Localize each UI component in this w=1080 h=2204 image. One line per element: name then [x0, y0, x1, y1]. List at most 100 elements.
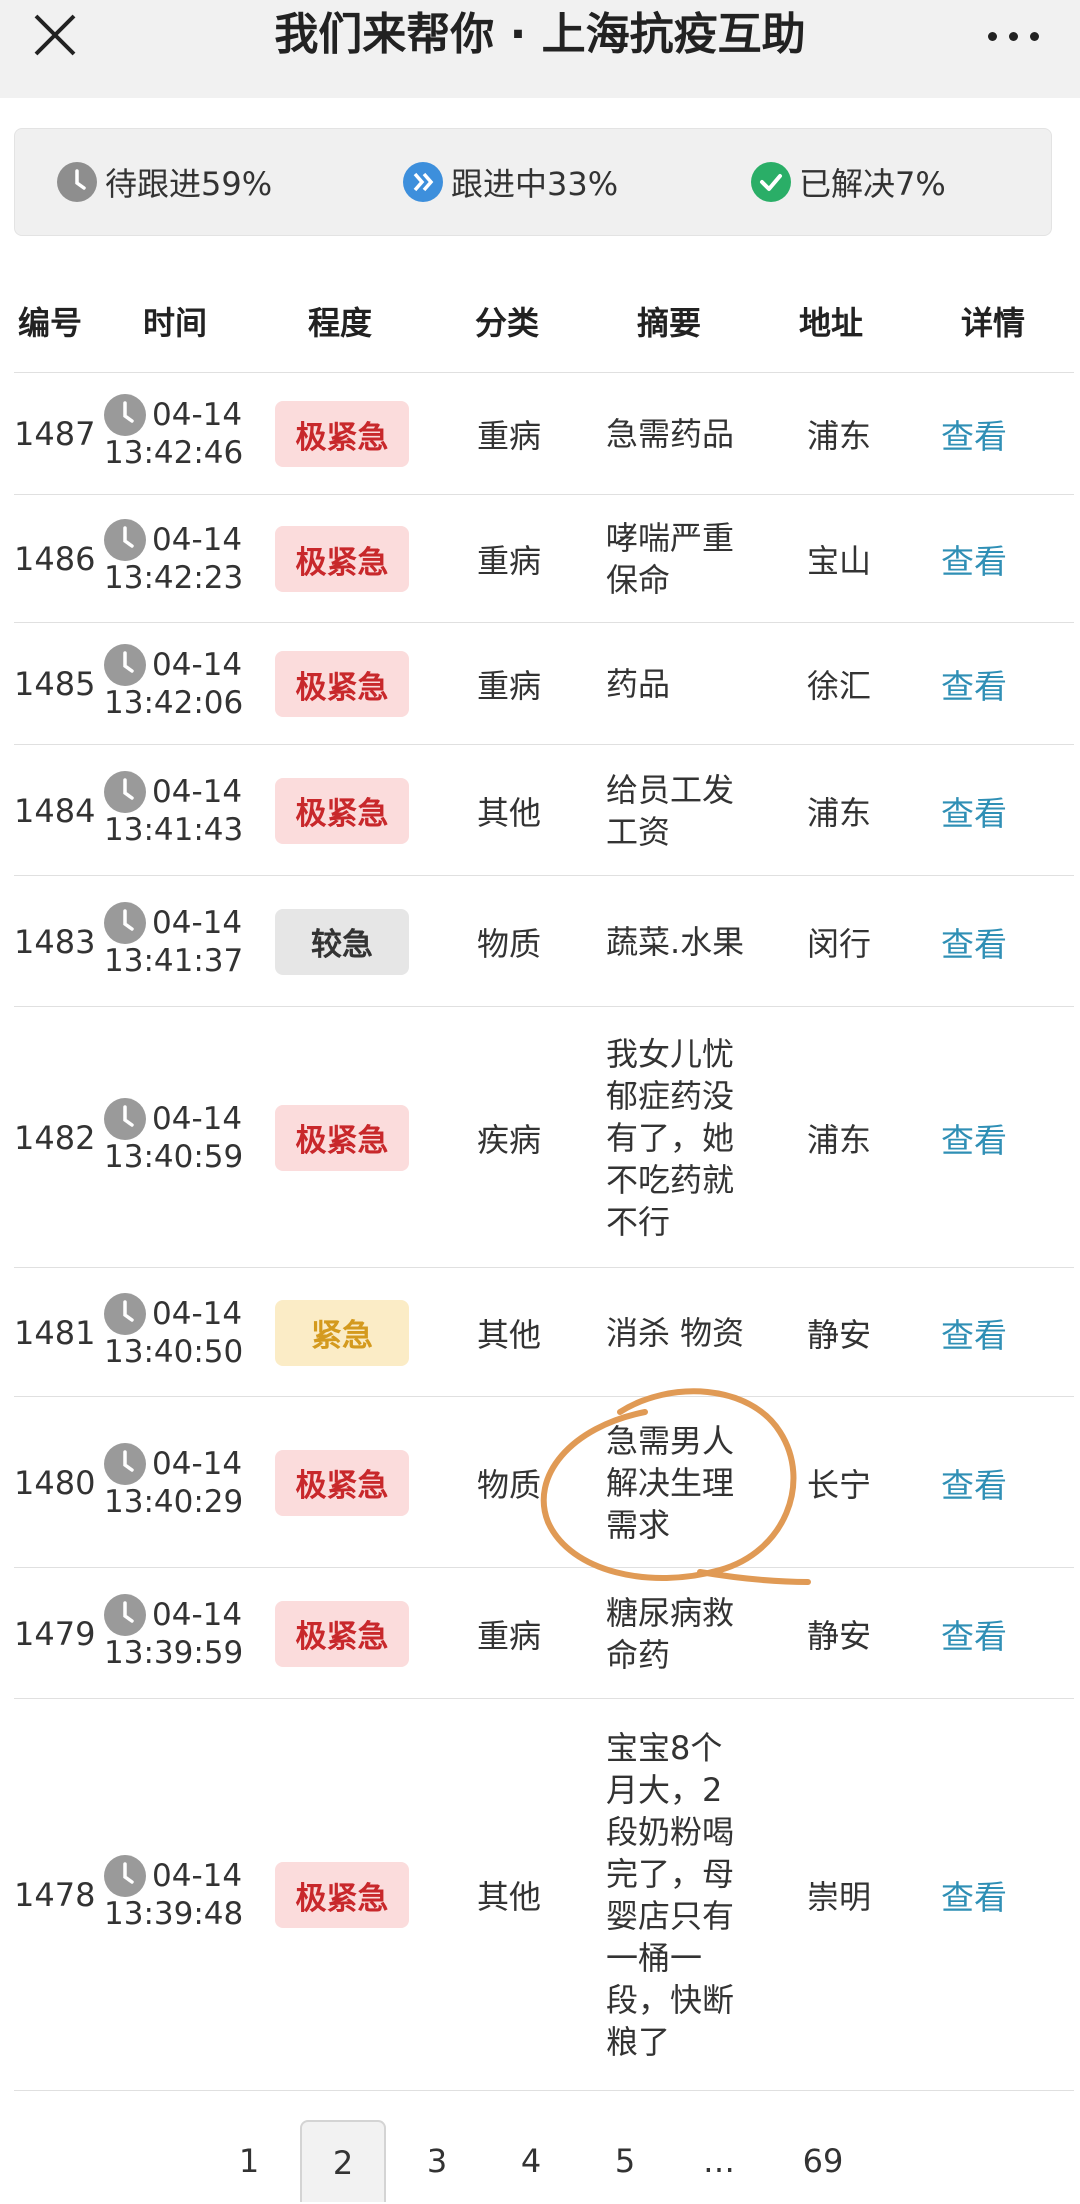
- page-3-button[interactable]: 3: [394, 2120, 480, 2202]
- table-row: 1480 04-14 13:40:29 极紧急 物质 急需男人解决生理需求 长宁 查看: [14, 1396, 1074, 1568]
- row-category: 其他: [454, 1268, 564, 1397]
- address-text: 长宁: [806, 1465, 871, 1504]
- row-id-text: 1484: [14, 791, 96, 830]
- more-options-icon[interactable]: [984, 12, 1044, 58]
- header-time: 时间: [142, 304, 207, 342]
- view-detail-text: 查看: [941, 542, 1007, 581]
- view-detail-text: 查看: [941, 1616, 1007, 1656]
- category-text: 重病: [476, 667, 541, 705]
- clock-icon: [104, 1442, 146, 1485]
- row-id: 1484: [14, 745, 100, 876]
- row-id: 1485: [14, 623, 100, 745]
- page-69-button[interactable]: 69: [780, 2120, 866, 2202]
- category-text: 重病: [476, 542, 541, 580]
- address-text: 徐汇: [806, 667, 871, 705]
- row-id-text: 1481: [14, 1313, 96, 1352]
- address-text: 浦东: [806, 1120, 871, 1159]
- row-time: 04-14 13:41:37: [104, 876, 264, 1007]
- view-detail-text: 查看: [941, 924, 1007, 964]
- row-level: 极紧急: [274, 373, 410, 495]
- check-icon: [751, 162, 791, 202]
- row-clock: 13:39:48: [104, 1896, 244, 1932]
- category-text: 物质: [476, 924, 541, 963]
- view-detail-link[interactable]: 查看: [914, 1568, 1034, 1699]
- row-id-text: 1485: [14, 665, 96, 703]
- clock-icon: [104, 519, 146, 561]
- row-address: 浦东: [784, 745, 894, 876]
- address-text: 静安: [806, 1315, 871, 1354]
- view-detail-link[interactable]: 查看: [914, 1699, 1034, 2091]
- row-summary: 我女儿忧郁症药没有了，她不吃药就不行: [606, 1007, 756, 1268]
- row-category: 重病: [454, 495, 564, 623]
- view-detail-link[interactable]: 查看: [914, 1397, 1034, 1568]
- view-detail-text: 查看: [941, 1315, 1007, 1355]
- status-resolved[interactable]: 已解决7%: [751, 129, 946, 235]
- row-clock: 13:42:46: [104, 435, 244, 471]
- level-badge: 紧急: [275, 1299, 409, 1366]
- header-category: 分类: [474, 304, 539, 342]
- summary-text: 哮喘严重保命: [606, 519, 735, 599]
- row-summary: 糖尿病救命药: [606, 1568, 756, 1699]
- row-time: 04-14 13:42:46: [104, 373, 264, 495]
- address-text: 浦东: [806, 793, 871, 832]
- header-id: 编号: [17, 304, 82, 342]
- row-time: 04-14 13:39:59: [104, 1568, 264, 1699]
- row-id-text: 1486: [14, 540, 96, 578]
- clock-icon: [57, 162, 97, 202]
- status-in-progress[interactable]: 跟进中33%: [403, 129, 618, 235]
- row-address: 徐汇: [784, 623, 894, 745]
- view-detail-link[interactable]: 查看: [914, 623, 1034, 745]
- status-pending[interactable]: 待跟进59%: [57, 129, 272, 235]
- level-badge: 极紧急: [275, 1600, 409, 1667]
- row-summary: 急需药品: [606, 373, 756, 495]
- row-address: 宝山: [784, 495, 894, 623]
- table-row: 1484 04-14 13:41:43 极紧急 其他 给员工发工资 浦东 查看: [14, 744, 1074, 876]
- row-clock: 13:42:06: [104, 685, 244, 721]
- address-text: 浦东: [806, 417, 871, 455]
- view-detail-link[interactable]: 查看: [914, 745, 1034, 876]
- page-5-button[interactable]: 5: [582, 2120, 668, 2202]
- row-id: 1483: [14, 876, 100, 1007]
- level-badge: 极紧急: [275, 1449, 409, 1516]
- status-label: 已解决7%: [799, 165, 946, 203]
- row-summary: 消杀 物资: [606, 1268, 756, 1397]
- clock-icon: [104, 394, 146, 436]
- row-level: 极紧急: [274, 1007, 410, 1268]
- category-text: 重病: [476, 417, 541, 455]
- table-row: 1486 04-14 13:42:23 极紧急 重病 哮喘严重保命 宝山 查看: [14, 494, 1074, 623]
- view-detail-text: 查看: [941, 667, 1007, 706]
- header-address: 地址: [798, 304, 863, 342]
- view-detail-link[interactable]: 查看: [914, 1007, 1034, 1268]
- row-level: 极紧急: [274, 1699, 410, 2091]
- row-id-text: 1487: [14, 415, 96, 453]
- row-id-text: 1479: [14, 1614, 96, 1653]
- header-detail: 详情: [960, 304, 1025, 342]
- clock-icon: [104, 1855, 146, 1897]
- address-text: 闵行: [806, 924, 871, 963]
- view-detail-link[interactable]: 查看: [914, 1268, 1034, 1397]
- view-detail-link[interactable]: 查看: [914, 495, 1034, 623]
- row-clock: 13:41:37: [104, 942, 244, 979]
- view-detail-text: 查看: [941, 1465, 1007, 1505]
- page-1-button[interactable]: 1: [206, 2120, 292, 2202]
- row-id: 1487: [14, 373, 100, 495]
- row-category: 物质: [454, 1397, 564, 1568]
- row-address: 闵行: [784, 876, 894, 1007]
- row-id-text: 1482: [14, 1118, 96, 1157]
- status-summary-bar: 待跟进59% 跟进中33% 已解决7%: [14, 128, 1052, 236]
- level-badge: 极紧急: [275, 526, 409, 592]
- close-icon[interactable]: [30, 10, 80, 60]
- view-detail-link[interactable]: 查看: [914, 876, 1034, 1007]
- clock-icon: [104, 644, 146, 686]
- view-detail-link[interactable]: 查看: [914, 373, 1034, 495]
- row-id-text: 1480: [14, 1463, 96, 1502]
- table-row: 1483 04-14 13:41:37 较急 物质 蔬菜.水果 闵行 查看: [14, 875, 1074, 1007]
- page-4-button[interactable]: 4: [488, 2120, 574, 2202]
- row-clock: 13:41:43: [104, 811, 244, 848]
- pagination: 1 2 3 4 5 … 69: [0, 2120, 1080, 2202]
- table-row: 1478 04-14 13:39:48 极紧急 其他 宝宝8个月大，2段奶粉喝完了，母婴店…: [14, 1698, 1074, 2091]
- row-level: 较急: [274, 876, 410, 1007]
- address-text: 崇明: [806, 1878, 871, 1916]
- page-2-button[interactable]: 2: [300, 2120, 386, 2202]
- level-badge: 极紧急: [275, 401, 409, 467]
